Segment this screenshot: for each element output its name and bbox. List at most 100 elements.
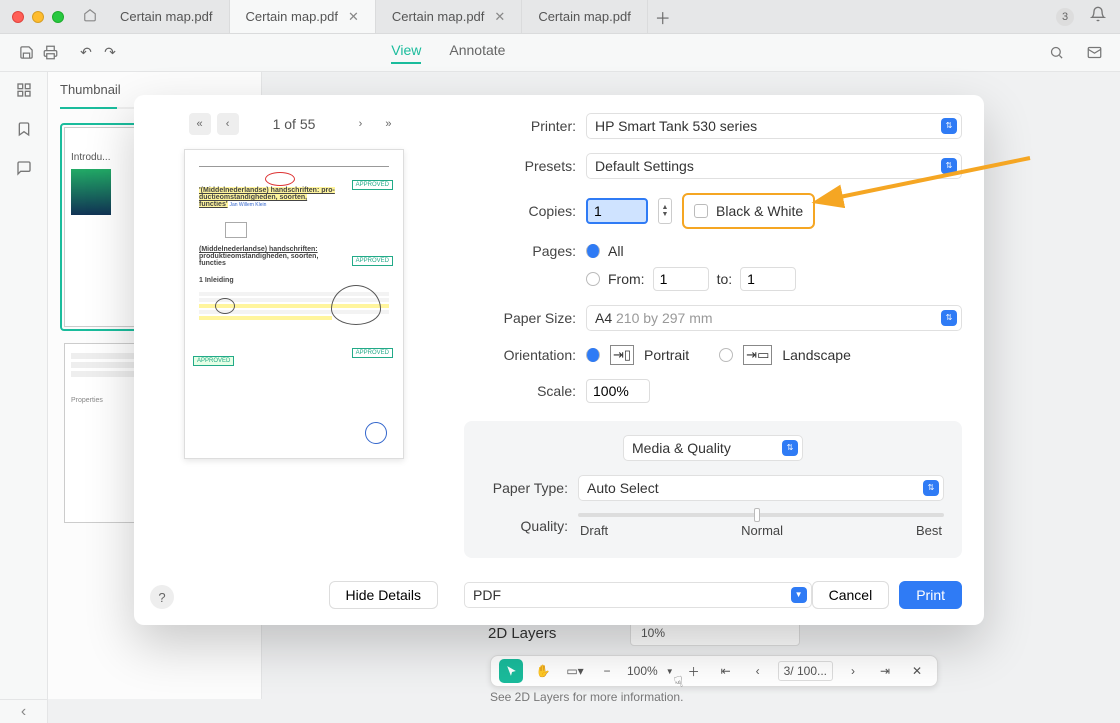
printer-value: HP Smart Tank 530 series (595, 118, 757, 134)
quality-label: Quality: (482, 518, 568, 534)
first-page-icon[interactable]: ⇤ (714, 659, 738, 683)
save-icon[interactable] (14, 41, 38, 65)
updown-icon: ⇅ (923, 480, 939, 496)
quality-slider[interactable] (578, 513, 944, 517)
portrait-label: Portrait (644, 347, 689, 363)
zoom-in-icon[interactable]: ＋ (682, 659, 706, 683)
pdf-label: PDF (473, 587, 501, 603)
copies-input[interactable] (586, 198, 648, 224)
presets-label: Presets: (464, 158, 576, 174)
next-preview-icon[interactable]: › (349, 113, 371, 135)
from-label: From: (608, 271, 645, 287)
to-label: to: (717, 271, 733, 287)
cancel-button[interactable]: Cancel (812, 581, 890, 609)
pdf-dropdown[interactable]: PDF ▼ (464, 582, 812, 608)
printer-select[interactable]: HP Smart Tank 530 series ⇅ (586, 113, 962, 139)
tab-label: Certain map.pdf (538, 9, 631, 24)
updown-icon: ⇅ (941, 158, 957, 174)
pages-all-label: All (608, 243, 624, 259)
section-select[interactable]: Media & Quality ⇅ (623, 435, 803, 461)
copies-stepper[interactable]: ▲▼ (658, 198, 672, 224)
collapse-sidebar-icon[interactable]: ‹ (0, 699, 48, 723)
home-icon[interactable] (76, 8, 104, 25)
bg-zoom-value: 10% (641, 626, 665, 640)
comments-panel-icon[interactable] (16, 160, 32, 181)
zoom-value: 100% (627, 664, 658, 678)
new-tab-button[interactable]: ＋ (648, 5, 678, 29)
presets-select[interactable]: Default Settings ⇅ (586, 153, 962, 179)
portrait-icon: ⇥▯ (610, 345, 634, 365)
prev-page-icon[interactable]: ‹ (746, 659, 770, 683)
paper-size-value-b: 210 by 297 mm (616, 310, 713, 326)
paper-size-value-a: A4 (595, 310, 612, 326)
hand-tool-icon[interactable]: ✋ (531, 659, 555, 683)
print-button[interactable]: Print (899, 581, 962, 609)
thumbnails-panel-icon[interactable] (16, 82, 32, 103)
tab-label: Certain map.pdf (392, 9, 485, 24)
bw-highlight-box: Black & White (682, 193, 815, 229)
pages-label: Pages: (464, 243, 576, 259)
copies-label: Copies: (464, 203, 576, 219)
landscape-radio[interactable] (719, 348, 733, 362)
bookmarks-panel-icon[interactable] (16, 121, 32, 142)
q-draft: Draft (580, 523, 608, 538)
notification-count[interactable]: 3 (1056, 8, 1074, 26)
hide-details-button[interactable]: Hide Details (329, 581, 438, 609)
bw-checkbox[interactable] (694, 204, 708, 218)
close-tab-icon[interactable]: ✕ (348, 9, 359, 25)
fullscreen-window-icon[interactable] (52, 11, 64, 23)
tab-1[interactable]: Certain map.pdf ✕ (230, 0, 376, 33)
pages-all-radio[interactable] (586, 244, 600, 258)
tab-0[interactable]: Certain map.pdf (104, 0, 230, 33)
bw-label: Black & White (716, 203, 803, 219)
scale-input[interactable] (586, 379, 650, 403)
page-indicator: 1 of 55 (273, 116, 316, 132)
tab-2[interactable]: Certain map.pdf ✕ (376, 0, 522, 33)
bell-icon[interactable] (1090, 6, 1106, 27)
landscape-label: Landscape (782, 347, 851, 363)
last-preview-icon[interactable]: » (377, 113, 399, 135)
updown-icon: ⇅ (782, 440, 798, 456)
print-icon[interactable] (38, 41, 62, 65)
page-field[interactable]: 3/ 100... (778, 661, 833, 681)
close-window-icon[interactable] (12, 11, 24, 23)
landscape-icon: ⇥▭ (743, 345, 772, 365)
bg-layers-hint: See 2D Layers for more information. (490, 690, 683, 704)
pages-range-radio[interactable] (586, 272, 600, 286)
next-page-icon[interactable]: › (841, 659, 865, 683)
q-best: Best (916, 523, 942, 538)
undo-icon[interactable]: ↶ (74, 41, 98, 65)
page-display-icon[interactable]: ▭▾ (563, 659, 587, 683)
floating-toolbar: ✋ ▭▾ − 100% ▼ ＋ ⇤ ‹ 3/ 100... › ⇥ ✕ (490, 655, 938, 687)
print-dialog: « ‹ 1 of 55 › » APPROVED '(Middelnederla… (134, 95, 984, 625)
bg-layers-title: 2D Layers (488, 625, 556, 642)
close-tab-icon[interactable]: ✕ (494, 9, 505, 25)
first-preview-icon[interactable]: « (189, 113, 211, 135)
tab-3[interactable]: Certain map.pdf (522, 0, 648, 33)
updown-icon: ⇅ (941, 118, 957, 134)
close-toolbar-icon[interactable]: ✕ (905, 659, 929, 683)
help-button[interactable]: ? (150, 585, 174, 609)
prev-preview-icon[interactable]: ‹ (217, 113, 239, 135)
annotate-tab[interactable]: Annotate (449, 42, 505, 64)
zoom-out-icon[interactable]: − (595, 659, 619, 683)
minimize-window-icon[interactable] (32, 11, 44, 23)
titlebar: Certain map.pdf Certain map.pdf ✕ Certai… (0, 0, 1120, 34)
paper-type-value: Auto Select (587, 480, 659, 496)
view-tab[interactable]: View (391, 42, 421, 64)
orientation-label: Orientation: (464, 347, 576, 363)
section-value: Media & Quality (632, 440, 731, 456)
redo-icon[interactable]: ↷ (98, 41, 122, 65)
paper-size-select[interactable]: A4 210 by 297 mm ⇅ (586, 305, 962, 331)
mail-icon[interactable] (1082, 41, 1106, 65)
paper-type-select[interactable]: Auto Select ⇅ (578, 475, 944, 501)
search-icon[interactable] (1044, 41, 1068, 65)
from-input[interactable] (653, 267, 709, 291)
portrait-radio[interactable] (586, 348, 600, 362)
scale-label: Scale: (464, 383, 576, 399)
stamp-approved: APPROVED (352, 180, 393, 190)
cursor-tool-icon[interactable] (499, 659, 523, 683)
last-page-icon[interactable]: ⇥ (873, 659, 897, 683)
to-input[interactable] (740, 267, 796, 291)
media-quality-section: Media & Quality ⇅ Paper Type: Auto Selec… (464, 421, 962, 558)
